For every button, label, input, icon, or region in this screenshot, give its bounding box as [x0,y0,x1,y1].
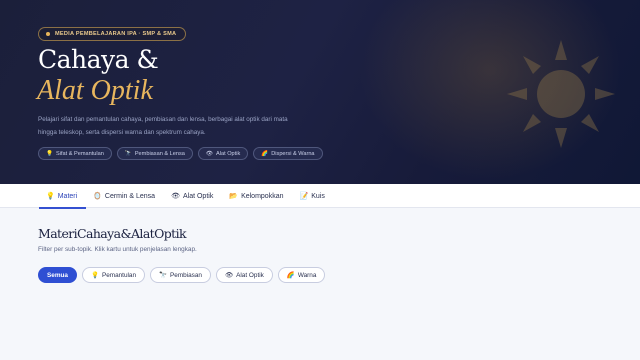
telescope-icon: 🔭 [124,150,132,157]
tab-kuis[interactable]: 📝 Kuis [292,184,333,208]
tab-label: Alat Optik [182,192,214,200]
filter-pemantulan-button[interactable]: 💡 Pemantulan [81,267,146,283]
section-subtitle: Filter per sub-topik. Klik kartu untuk p… [38,246,197,253]
filter-label: Warna [297,271,317,279]
tab-label: Kuis [311,192,325,200]
chip-dispersi-warna[interactable]: 🌈 Dispersi & Warna [253,147,323,160]
tab-materi[interactable]: 💡 Materi [39,184,87,209]
chip-label: Sifat & Pemantulan [55,150,104,157]
filter-label: Alat Optik [236,271,264,279]
badge-text: MEDIA PEMBELAJARAN IPA · SMP & SMA [55,31,177,37]
lightbulb-icon: 💡 [46,150,53,157]
chip-label: Alat Optik [216,150,241,157]
hero-title-line2: Alat Optik [37,75,153,106]
tab-label: Kelompokkan [241,192,284,200]
memo-icon: 📝 [299,193,309,200]
chip-label: Pembiasan & Lensa [134,150,185,157]
chip-alat-optik[interactable]: 👁 Alat Optik [197,147,249,160]
eye-icon: 👁 [225,272,234,279]
badge-dot-icon [46,32,50,36]
folder-icon: 📂 [229,193,239,200]
eye-icon: 👁 [171,193,180,200]
hero-topic-chips: 💡 Sifat & Pemantulan 🔭 Pembiasan & Lensa… [38,147,323,160]
lightbulb-icon: 💡 [90,272,99,279]
filter-semua-button[interactable]: Semua [38,267,77,283]
mirror-icon: 🪞 [93,193,102,200]
tab-label: Cermin & Lensa [104,192,156,200]
filter-pembiasan-button[interactable]: 🔭 Pembiasan [150,267,211,283]
chip-label: Dispersi & Warna [271,150,315,157]
sun-icon [507,40,615,148]
filter-label: Pemantulan [101,271,137,279]
hero-banner: MEDIA PEMBELAJARAN IPA · SMP & SMA Cahay… [0,0,640,184]
hero-badge: MEDIA PEMBELAJARAN IPA · SMP & SMA [38,27,187,41]
tab-navigation: 💡 Materi 🪞 Cermin & Lensa 👁 Alat Optik 📂… [0,184,640,209]
filter-label: Pembiasan [170,271,202,279]
main-content: MateriCahaya&AlatOptik Filter per sub-to… [0,209,640,360]
chip-pembiasan-lensa[interactable]: 🔭 Pembiasan & Lensa [116,147,193,160]
filter-label: Semua [47,271,68,279]
filter-warna-button[interactable]: 🌈 Warna [277,267,326,283]
filter-alat-optik-button[interactable]: 👁 Alat Optik [216,267,273,283]
chip-sifat-pemantulan[interactable]: 💡 Sifat & Pemantulan [38,147,112,160]
rainbow-icon: 🌈 [261,150,269,157]
filter-bar: Semua 💡 Pemantulan 🔭 Pembiasan 👁 Alat Op… [38,267,326,283]
tab-alat-optik[interactable]: 👁 Alat Optik [164,184,222,208]
telescope-icon: 🔭 [159,272,168,279]
section-title: MateriCahaya&AlatOptik [38,226,187,241]
hero-description: Pelajari sifat dan pemantulan cahaya, pe… [38,116,288,136]
hero-title-line1: Cahaya & [38,45,159,74]
rainbow-icon: 🌈 [286,272,295,279]
tab-kelompokkan[interactable]: 📂 Kelompokkan [222,184,292,208]
eye-icon: 👁 [205,150,214,157]
tab-label: Materi [57,192,78,200]
tab-cermin-lensa[interactable]: 🪞 Cermin & Lensa [86,184,164,208]
lightbulb-icon: 💡 [46,193,55,200]
